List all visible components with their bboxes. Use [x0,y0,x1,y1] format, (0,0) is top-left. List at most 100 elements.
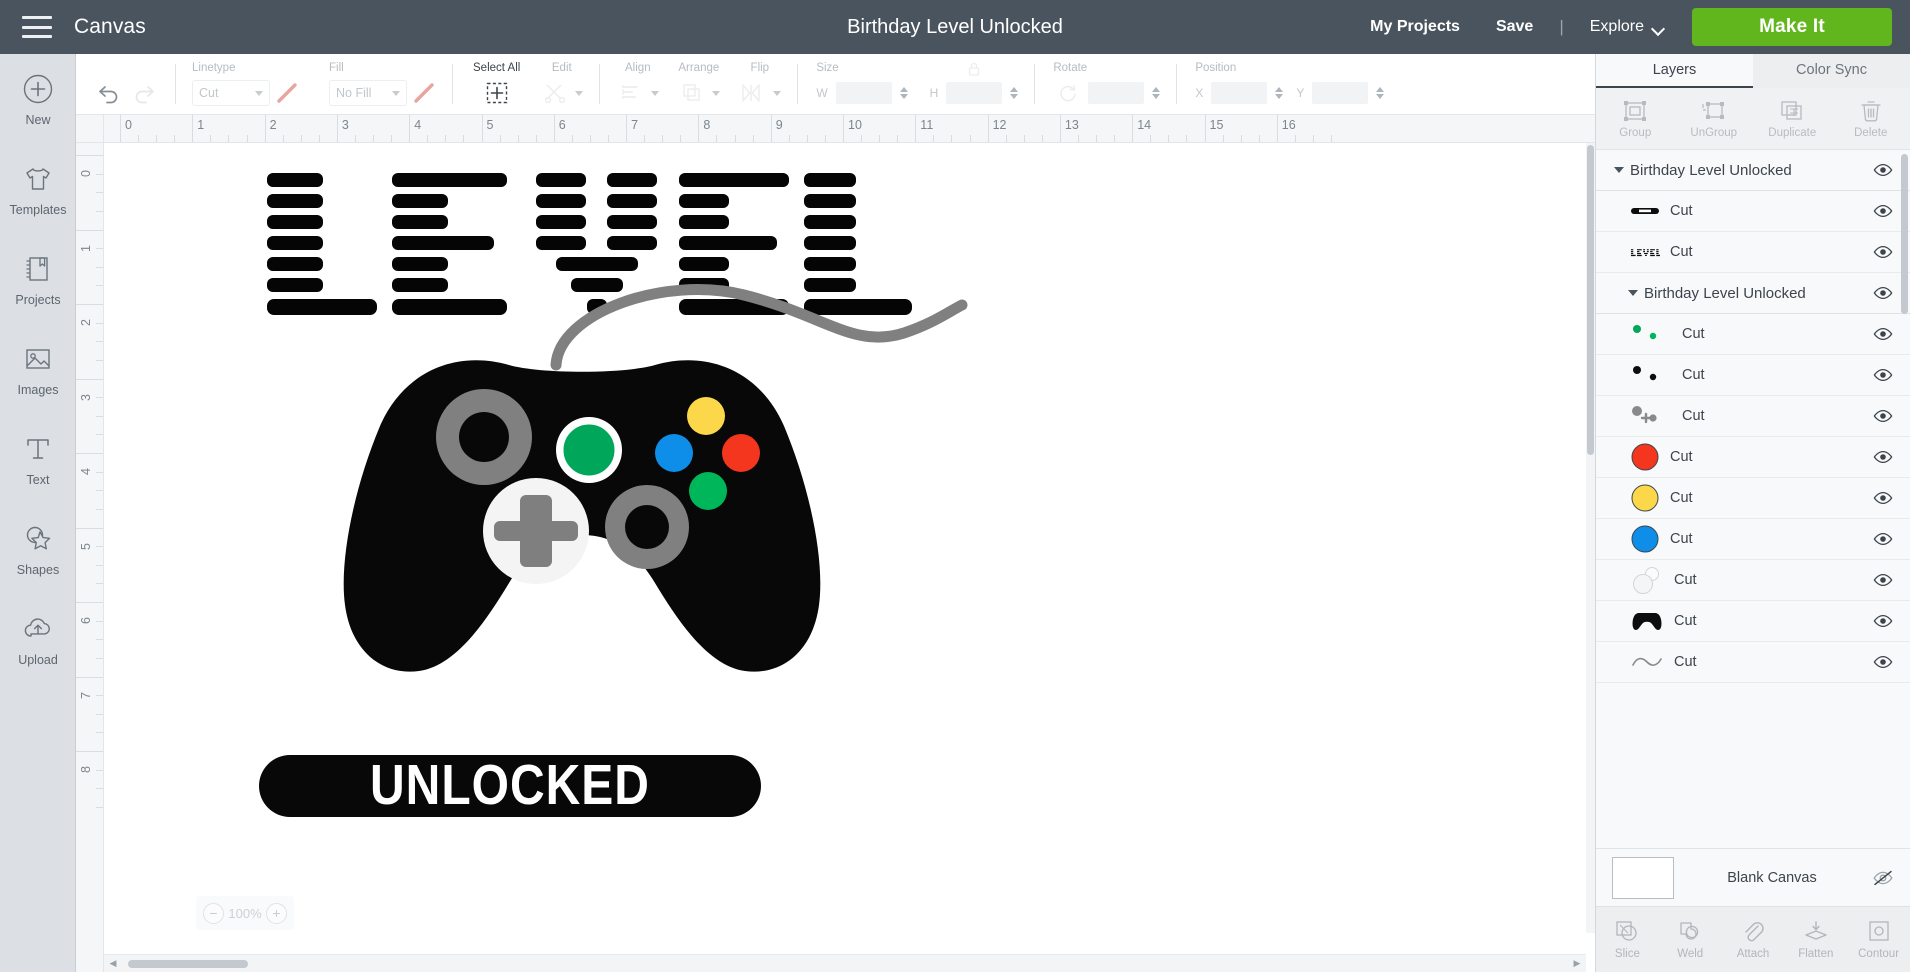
eye-icon[interactable] [1870,491,1896,505]
blue-button[interactable] [655,434,693,472]
layer-row[interactable]: Cut [1596,519,1910,560]
blank-canvas-row[interactable]: Blank Canvas [1596,848,1910,906]
layer-row[interactable]: Cut [1596,314,1910,355]
select-all-icon[interactable] [482,79,512,107]
linetype-swatch-icon[interactable] [275,81,299,105]
red-button[interactable] [722,434,760,472]
scroll-left-arrow[interactable]: ◀ [104,955,122,972]
pos-y-input[interactable] [1312,82,1369,104]
eye-icon[interactable] [1870,573,1896,587]
sidebar-item-projects[interactable]: Projects [0,234,76,324]
canvas-vertical-scrollbar[interactable] [1586,143,1595,933]
eye-icon[interactable] [1870,409,1896,423]
contour-button[interactable]: Contour [1847,907,1910,972]
eye-slash-icon[interactable] [1870,870,1896,886]
chevron-down-icon[interactable] [712,90,721,96]
width-input[interactable] [835,82,892,104]
canvas-horizontal-scrollbar[interactable]: ◀ ▶ [104,954,1586,972]
canvas-area[interactable]: 0 1 2 3 4 5 6 7 8 9 10 11 12 13 14 15 16 012345678 [76,115,1595,972]
layer-row[interactable]: Birthday Level Unlocked [1596,273,1910,314]
zoom-in-button[interactable]: + [266,902,287,924]
eye-icon[interactable] [1870,368,1896,382]
layer-row[interactable]: Cut [1596,642,1910,683]
save-button[interactable]: Save [1478,18,1551,36]
scroll-right-arrow[interactable]: ▶ [1568,955,1586,972]
my-projects-link[interactable]: My Projects [1352,18,1478,36]
layer-row[interactable]: Cut [1596,478,1910,519]
tab-layers[interactable]: Layers [1596,54,1753,88]
yellow-button[interactable] [687,397,725,435]
scrollbar-thumb[interactable] [1587,145,1594,455]
sidebar-item-new[interactable]: New [0,54,76,144]
unlocked-banner[interactable]: UNLOCKED [259,753,761,817]
sidebar-item-images[interactable]: Images [0,324,76,414]
make-it-button[interactable]: Make It [1692,8,1892,46]
group-button[interactable]: Group [1596,88,1675,149]
width-stepper[interactable] [899,87,908,99]
layer-row[interactable]: Cut [1596,355,1910,396]
eye-icon[interactable] [1870,163,1896,177]
zoom-control[interactable]: − 100% + [196,896,294,930]
rotate-input[interactable] [1088,82,1145,104]
caret-down-icon[interactable] [1612,167,1626,173]
layer-row[interactable]: Cut [1596,560,1910,601]
zoom-out-button[interactable]: − [203,902,224,924]
canvas-sheet[interactable]: UNLOCKED [104,143,1551,933]
center-green-stick[interactable] [563,424,615,476]
chevron-down-icon[interactable] [575,90,584,96]
height-stepper[interactable] [1010,87,1019,99]
arrange-icon[interactable] [677,79,707,107]
level-word-art[interactable] [267,173,912,315]
flatten-button[interactable]: Flatten [1784,907,1847,972]
fill-swatch-icon[interactable] [412,81,436,105]
sidebar-item-templates[interactable]: Templates [0,144,76,234]
linetype-select[interactable]: Cut [192,80,270,106]
eye-icon[interactable] [1870,450,1896,464]
layer-row[interactable]: Cut [1596,191,1910,232]
pos-y-stepper[interactable] [1376,87,1385,99]
weld-button[interactable]: Weld [1659,907,1722,972]
lock-icon[interactable] [964,60,984,77]
ungroup-button[interactable]: UnGroup [1675,88,1754,149]
green-button[interactable] [689,472,727,510]
caret-down-icon[interactable] [1626,290,1640,296]
pos-x-stepper[interactable] [1275,87,1284,99]
eye-icon[interactable] [1870,614,1896,628]
delete-button[interactable]: Delete [1832,88,1910,149]
layer-row[interactable]: Birthday Level Unlocked [1596,150,1910,191]
layer-row[interactable]: Cut [1596,396,1910,437]
sidebar-item-shapes[interactable]: Shapes [0,504,76,594]
rotate-icon[interactable] [1053,79,1083,107]
eye-icon[interactable] [1870,286,1896,300]
pos-x-input[interactable] [1211,82,1268,104]
flip-icon[interactable] [738,79,768,107]
hamburger-icon[interactable] [22,16,52,38]
layer-row[interactable]: Cut [1596,437,1910,478]
eye-icon[interactable] [1870,204,1896,218]
explore-dropdown[interactable]: Explore [1572,18,1678,36]
chevron-down-icon[interactable] [773,90,782,96]
sidebar-item-text[interactable]: Text [0,414,76,504]
rotate-stepper[interactable] [1152,87,1161,99]
layer-list[interactable]: Birthday Level Unlocked Cut Cut Birthday… [1596,150,1910,848]
artboard-design[interactable]: UNLOCKED [104,143,1551,933]
attach-button[interactable]: Attach [1722,907,1785,972]
duplicate-button[interactable]: Duplicate [1753,88,1832,149]
scrollbar-thumb[interactable] [128,960,248,968]
tab-color-sync[interactable]: Color Sync [1753,54,1910,88]
chevron-down-icon[interactable] [651,90,660,96]
eye-icon[interactable] [1870,655,1896,669]
slice-button[interactable]: Slice [1596,907,1659,972]
undo-icon[interactable] [94,79,124,107]
edit-scissors-icon[interactable] [540,79,570,107]
eye-icon[interactable] [1870,327,1896,341]
sidebar-item-upload[interactable]: Upload [0,594,76,684]
height-input[interactable] [946,82,1003,104]
redo-icon[interactable] [129,79,159,107]
layer-list-scrollbar[interactable] [1901,154,1908,314]
align-icon[interactable] [616,79,646,107]
eye-icon[interactable] [1870,532,1896,546]
layer-row[interactable]: Cut [1596,601,1910,642]
fill-select[interactable]: No Fill [329,80,407,106]
eye-icon[interactable] [1870,245,1896,259]
